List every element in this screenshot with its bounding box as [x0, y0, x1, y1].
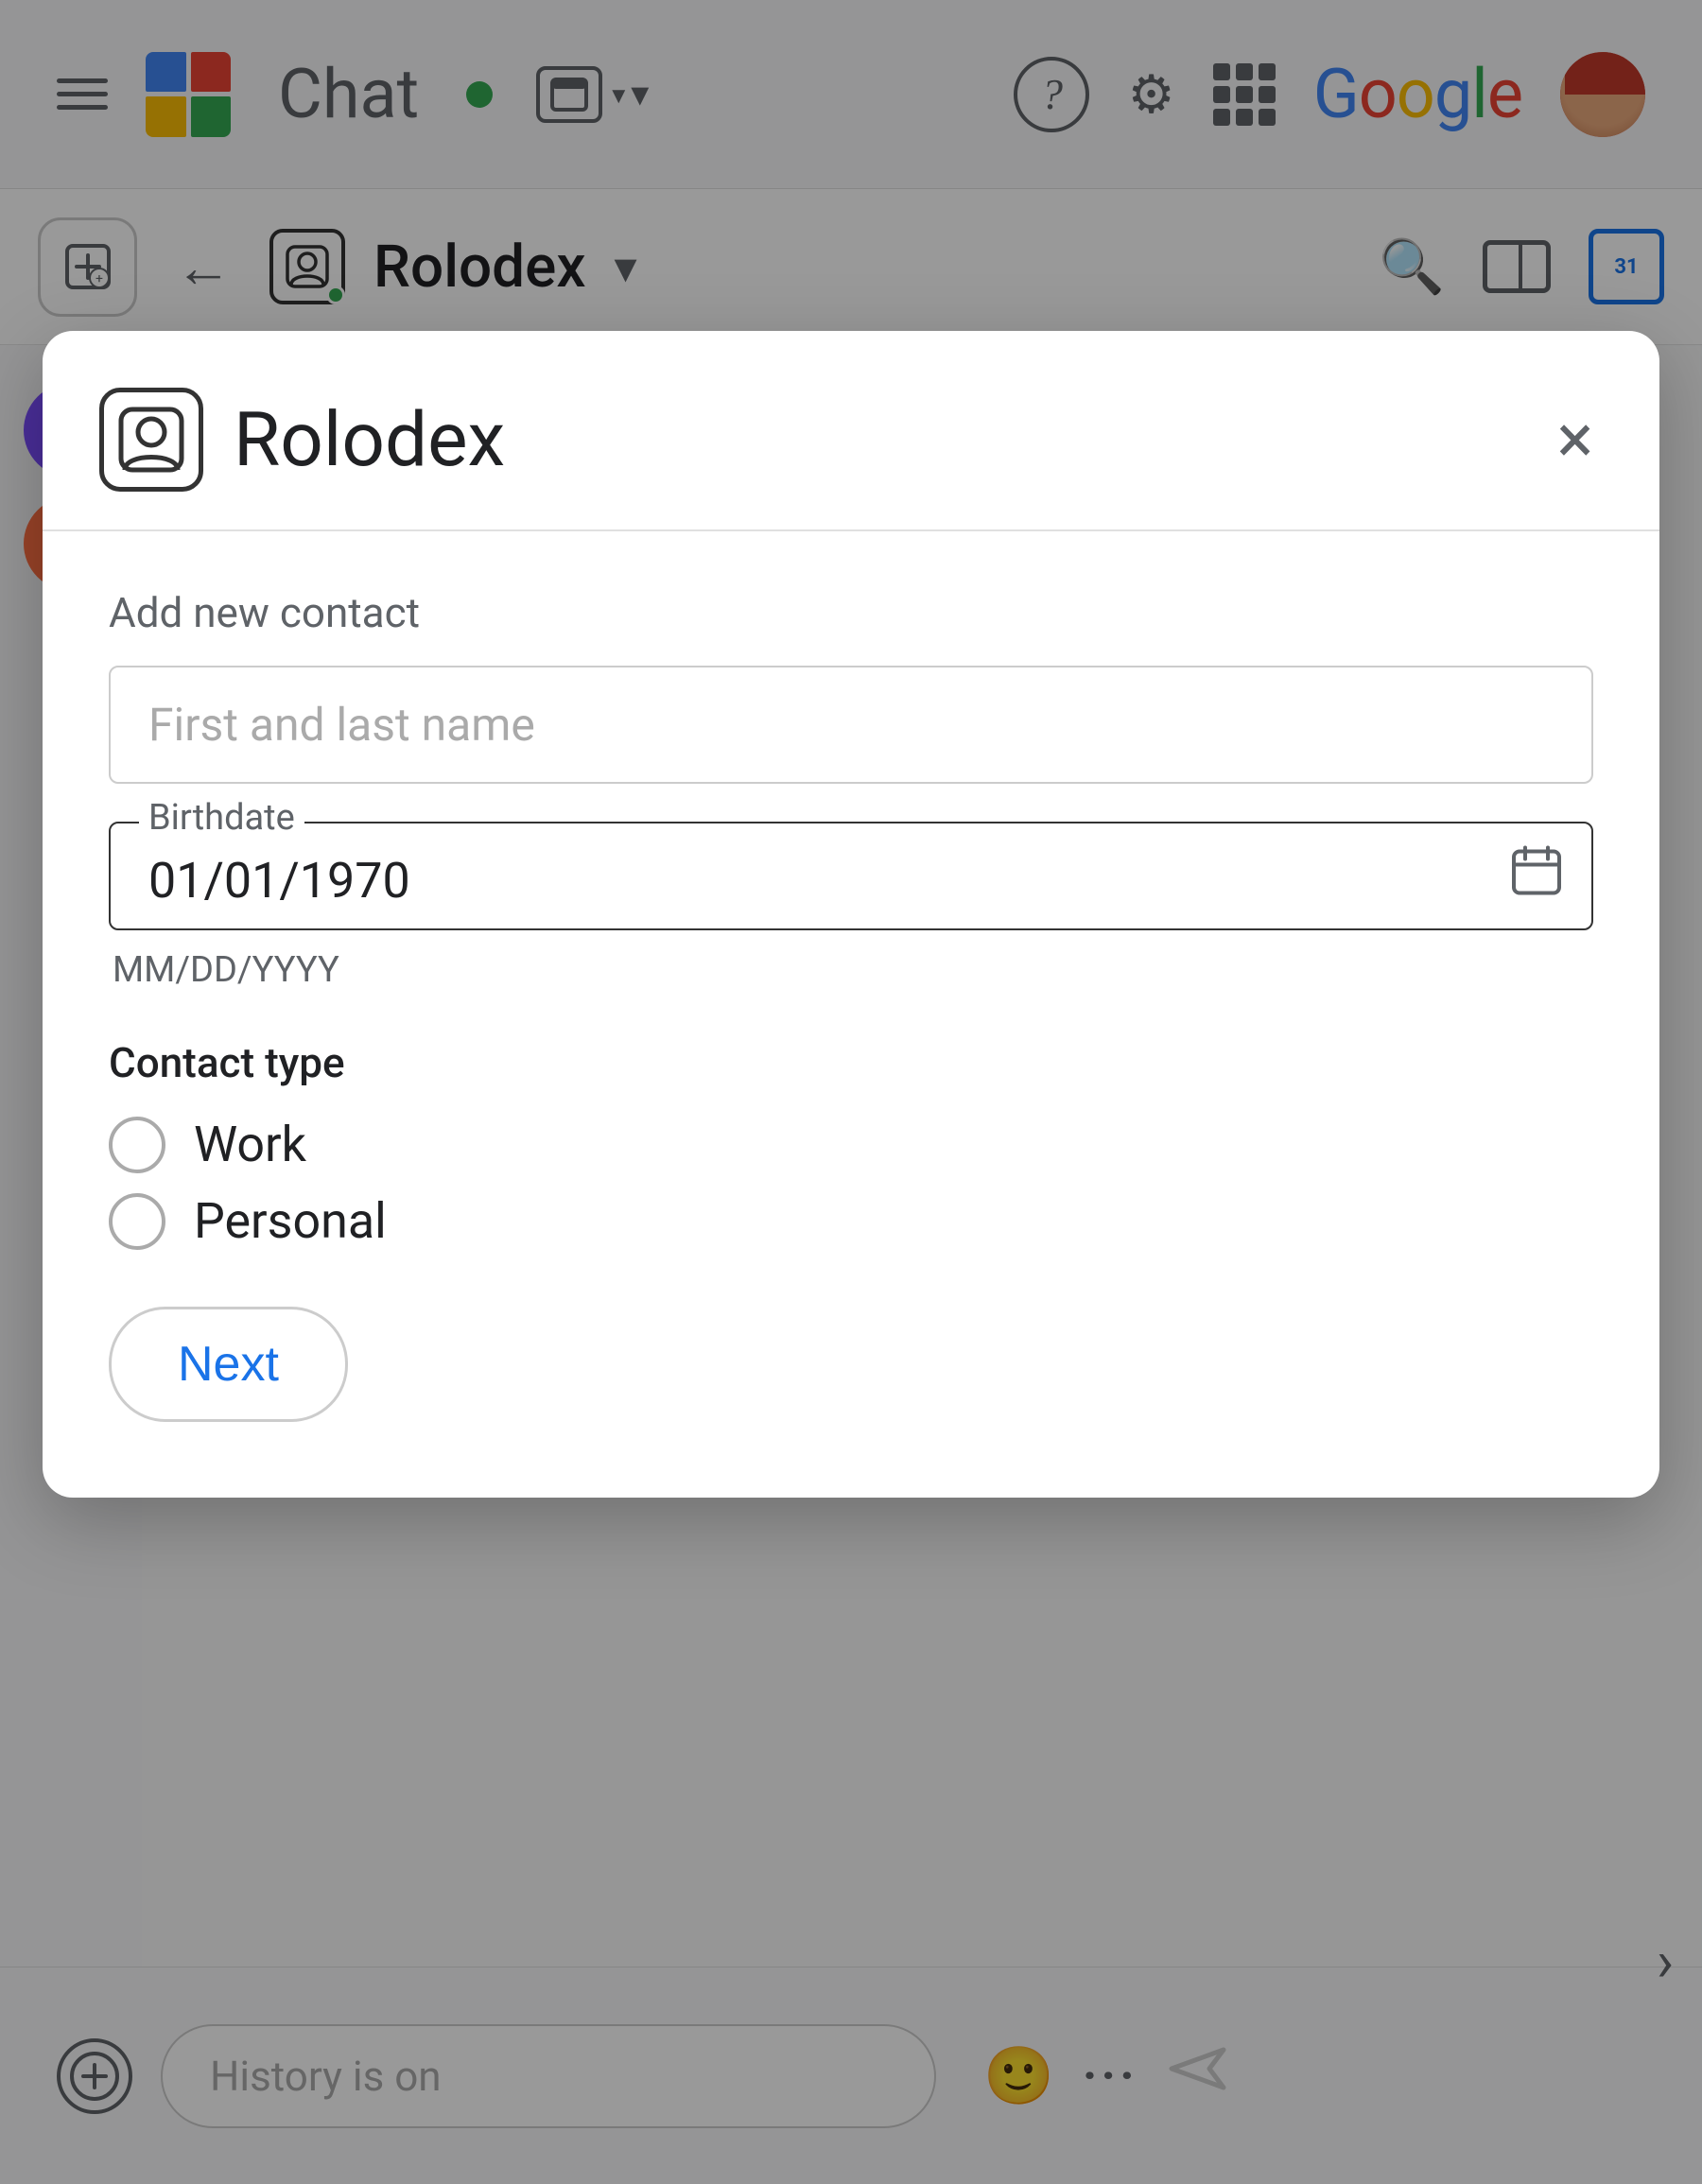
- birthdate-value: 01/01/1970: [148, 852, 410, 910]
- radio-personal[interactable]: Personal: [109, 1192, 1593, 1250]
- modal-body: Add new contact First and last name Birt…: [43, 531, 1659, 1422]
- modal-title: Rolodex: [234, 395, 505, 484]
- contact-type-label: Contact type: [109, 1038, 1593, 1087]
- radio-work[interactable]: Work: [109, 1116, 1593, 1173]
- rolodex-modal: Rolodex × Add new contact First and last…: [43, 331, 1659, 1498]
- name-placeholder: First and last name: [148, 698, 535, 752]
- modal-header: Rolodex ×: [43, 331, 1659, 531]
- contact-type-radio-group: Work Personal: [109, 1116, 1593, 1250]
- next-button[interactable]: Next: [109, 1307, 348, 1422]
- birthdate-field[interactable]: Birthdate 01/01/1970: [109, 822, 1593, 930]
- date-format-hint: MM/DD/YYYY: [113, 949, 1593, 991]
- modal-close-button[interactable]: ×: [1557, 406, 1593, 474]
- birthdate-label: Birthdate: [139, 797, 304, 839]
- name-input-field[interactable]: First and last name: [109, 666, 1593, 784]
- modal-app-icon: [99, 388, 203, 492]
- radio-circle-work: [109, 1117, 165, 1173]
- radio-label-personal: Personal: [194, 1192, 387, 1250]
- radio-label-work: Work: [194, 1116, 306, 1173]
- radio-circle-personal: [109, 1193, 165, 1250]
- calendar-picker-button[interactable]: [1510, 843, 1563, 909]
- section-label: Add new contact: [109, 588, 1593, 637]
